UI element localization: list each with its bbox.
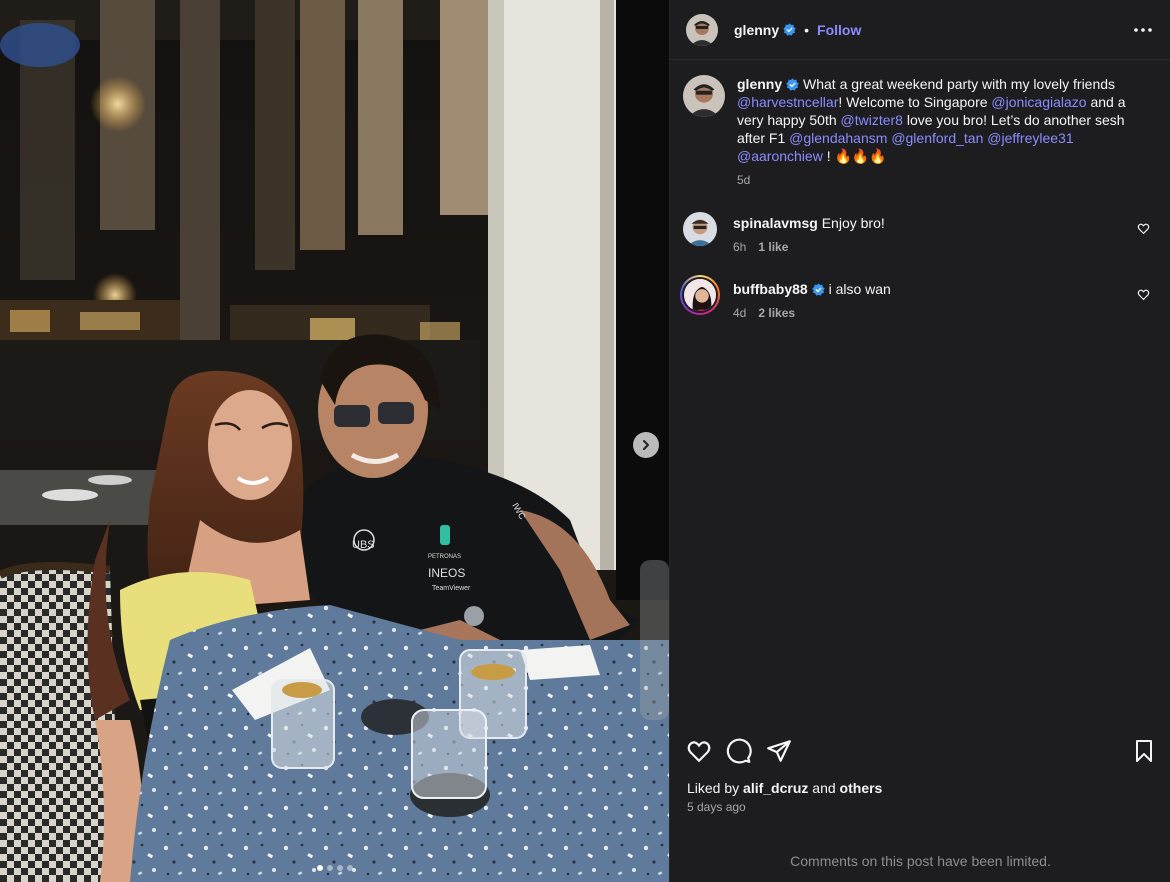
verified-badge-icon: [783, 23, 796, 36]
caption-username[interactable]: glenny: [737, 76, 782, 92]
caption-segment: ! Welcome to Singapore: [838, 94, 992, 110]
jersey-logo-text: INEOS: [428, 566, 465, 580]
caption-segment: ! 🔥🔥🔥: [822, 148, 887, 164]
comment-item: buffbaby88 i also wan 4d 2 likes: [680, 275, 1158, 322]
comment-item: spinalavmsg Enjoy bro! 6h 1 like: [683, 212, 1158, 256]
mention-link[interactable]: @harvestncellar: [737, 94, 838, 110]
liked-by-summary: Liked by alif_dcruz and others: [687, 780, 882, 796]
caption-author-avatar[interactable]: [683, 75, 725, 117]
post-date[interactable]: 5 days ago: [687, 800, 746, 814]
commenter-avatar[interactable]: [680, 275, 720, 315]
caption-timestamp[interactable]: 5d: [737, 171, 1127, 189]
caption-body: glenny What a great weekend party with m…: [737, 75, 1127, 189]
mention-link[interactable]: @jonicagialazo: [991, 94, 1086, 110]
comment-text: spinalavmsg Enjoy bro!: [733, 214, 1123, 232]
comment-text: buffbaby88 i also wan: [733, 280, 1123, 298]
comment-likes[interactable]: 2 likes: [758, 306, 795, 320]
comment-body: buffbaby88 i also wan 4d 2 likes: [733, 280, 1123, 322]
caption-text: glenny What a great weekend party with m…: [737, 75, 1127, 165]
verified-badge-icon: [786, 78, 799, 91]
share-plane-icon[interactable]: [766, 738, 792, 764]
comment-bubble-icon[interactable]: [726, 738, 752, 764]
comment-message: Enjoy bro!: [817, 215, 885, 231]
bookmark-icon[interactable]: [1132, 738, 1156, 764]
comments-limited-notice: Comments on this post have been limited.: [790, 853, 1051, 869]
header-separator: •: [804, 21, 810, 38]
follow-button[interactable]: Follow: [817, 22, 861, 38]
carousel-indicator: [0, 865, 669, 871]
comment-time[interactable]: 6h: [733, 240, 746, 254]
liked-by-prefix: Liked by: [687, 780, 744, 796]
photo-scene: UBS PETRONAS INEOS TeamViewer IWC: [0, 0, 669, 882]
comment-meta: 6h 1 like: [733, 238, 1123, 256]
carousel-dot: [316, 865, 323, 871]
post-header: glenny • Follow: [670, 0, 1170, 60]
verified-badge-icon: [812, 283, 825, 296]
post-caption: glenny What a great weekend party with m…: [683, 75, 1153, 189]
comment-time[interactable]: 4d: [733, 306, 746, 320]
jersey-logo-text: TeamViewer: [432, 585, 471, 592]
heart-icon[interactable]: [686, 738, 712, 764]
comment-meta: 4d 2 likes: [733, 304, 1123, 322]
liked-by-others[interactable]: others: [840, 780, 883, 796]
comment-likes[interactable]: 1 like: [758, 240, 788, 254]
mention-link[interactable]: @jeffreylee31: [987, 130, 1073, 146]
commenter-avatar[interactable]: [683, 212, 717, 246]
comment-message: i also wan: [824, 281, 891, 297]
carousel-dot: [336, 865, 343, 871]
mention-link[interactable]: @twizter8: [841, 112, 903, 128]
post-actions: [686, 738, 1156, 764]
comment-username[interactable]: buffbaby88: [733, 281, 808, 297]
mention-link[interactable]: @aaronchiew: [737, 148, 823, 164]
more-horizontal-icon[interactable]: [1133, 20, 1153, 40]
comment-body: spinalavmsg Enjoy bro! 6h 1 like: [733, 214, 1123, 256]
carousel-dot: [346, 865, 353, 871]
author-username[interactable]: glenny: [734, 22, 779, 38]
mention-link[interactable]: @glendahansm: [789, 130, 887, 146]
comment-username[interactable]: spinalavmsg: [733, 215, 818, 231]
post-photo[interactable]: UBS PETRONAS INEOS TeamViewer IWC: [0, 0, 669, 882]
heart-icon[interactable]: [1137, 288, 1150, 301]
chevron-right-icon: [643, 440, 649, 450]
carousel-dot: [326, 865, 333, 871]
caption-segment: What a great weekend party with my lovel…: [799, 76, 1116, 92]
next-slide-button[interactable]: [633, 432, 659, 458]
jersey-logo-text: PETRONAS: [428, 554, 461, 560]
mention-link[interactable]: @glenford_tan: [891, 130, 983, 146]
liked-by-middle: and: [808, 780, 840, 796]
author-avatar[interactable]: [686, 13, 718, 46]
post-details-panel: glenny • Follow glenny What a great week…: [669, 0, 1170, 882]
liked-by-user[interactable]: alif_dcruz: [743, 780, 808, 796]
heart-icon[interactable]: [1137, 222, 1150, 235]
